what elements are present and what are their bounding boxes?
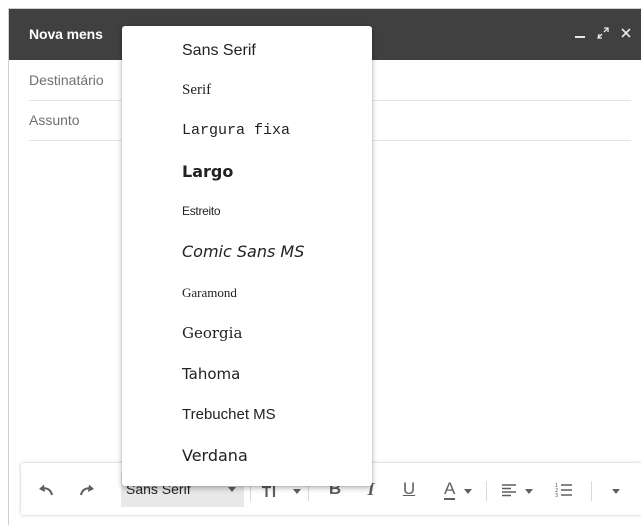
text-color-button[interactable]: A (435, 471, 481, 507)
font-option-label: Serif (182, 82, 212, 98)
font-option-label: Georgia (182, 324, 243, 342)
chevron-down-icon (293, 489, 302, 494)
font-option-verdana[interactable]: Verdana (122, 436, 372, 476)
font-option-label: Trebuchet MS (182, 406, 276, 423)
font-option-label: Tahoma (182, 365, 241, 383)
align-icon (501, 480, 522, 498)
font-option-label: Verdana (182, 446, 248, 465)
text-color-label: A (443, 479, 456, 500)
font-option-label: Sans Serif (182, 42, 256, 59)
chevron-down-icon (464, 489, 473, 494)
font-option-tahoma[interactable]: Tahoma (122, 355, 372, 395)
more-formatting-icon (612, 489, 620, 494)
font-option-fixed-width[interactable]: Largura fixa (122, 112, 372, 152)
font-option-label: Garamond (182, 285, 237, 300)
minimize-icon[interactable] (569, 21, 591, 45)
toolbar-divider (486, 481, 487, 501)
font-option-trebuchet[interactable]: Trebuchet MS (122, 396, 372, 436)
to-label: Destinatário (29, 72, 104, 88)
close-icon[interactable] (615, 21, 637, 45)
subject-label: Assunto (29, 112, 80, 128)
font-option-serif[interactable]: Serif (122, 72, 372, 112)
underline-button[interactable]: U (396, 471, 422, 507)
redo-icon[interactable] (74, 471, 100, 507)
font-option-label: Largo (182, 162, 234, 181)
font-option-garamond[interactable]: Garamond (122, 275, 372, 315)
compose-title: Nova mens (29, 26, 103, 42)
numbered-list-button[interactable]: 123 (549, 471, 579, 507)
font-family-menu: Sans Serif Serif Largura fixa Largo Estr… (122, 26, 372, 486)
font-option-wide[interactable]: Largo (122, 152, 372, 192)
expand-icon[interactable] (592, 21, 614, 45)
numbered-list-icon: 123 (555, 480, 573, 499)
align-button[interactable] (495, 471, 539, 507)
svg-text:3: 3 (555, 493, 558, 498)
font-option-narrow[interactable]: Estreito (122, 194, 372, 234)
undo-icon[interactable] (33, 471, 59, 507)
font-option-comic-sans[interactable]: Comic Sans MS (122, 232, 372, 272)
font-option-label: Comic Sans MS (182, 242, 305, 261)
font-option-sans-serif[interactable]: Sans Serif (122, 32, 372, 72)
font-option-label: Largura fixa (182, 122, 291, 139)
font-option-georgia[interactable]: Georgia (122, 314, 372, 354)
chevron-down-icon (524, 489, 533, 494)
chevron-down-icon (228, 487, 236, 492)
font-option-label: Estreito (182, 204, 221, 218)
toolbar-divider (591, 481, 592, 501)
more-formatting-button[interactable] (601, 471, 631, 507)
